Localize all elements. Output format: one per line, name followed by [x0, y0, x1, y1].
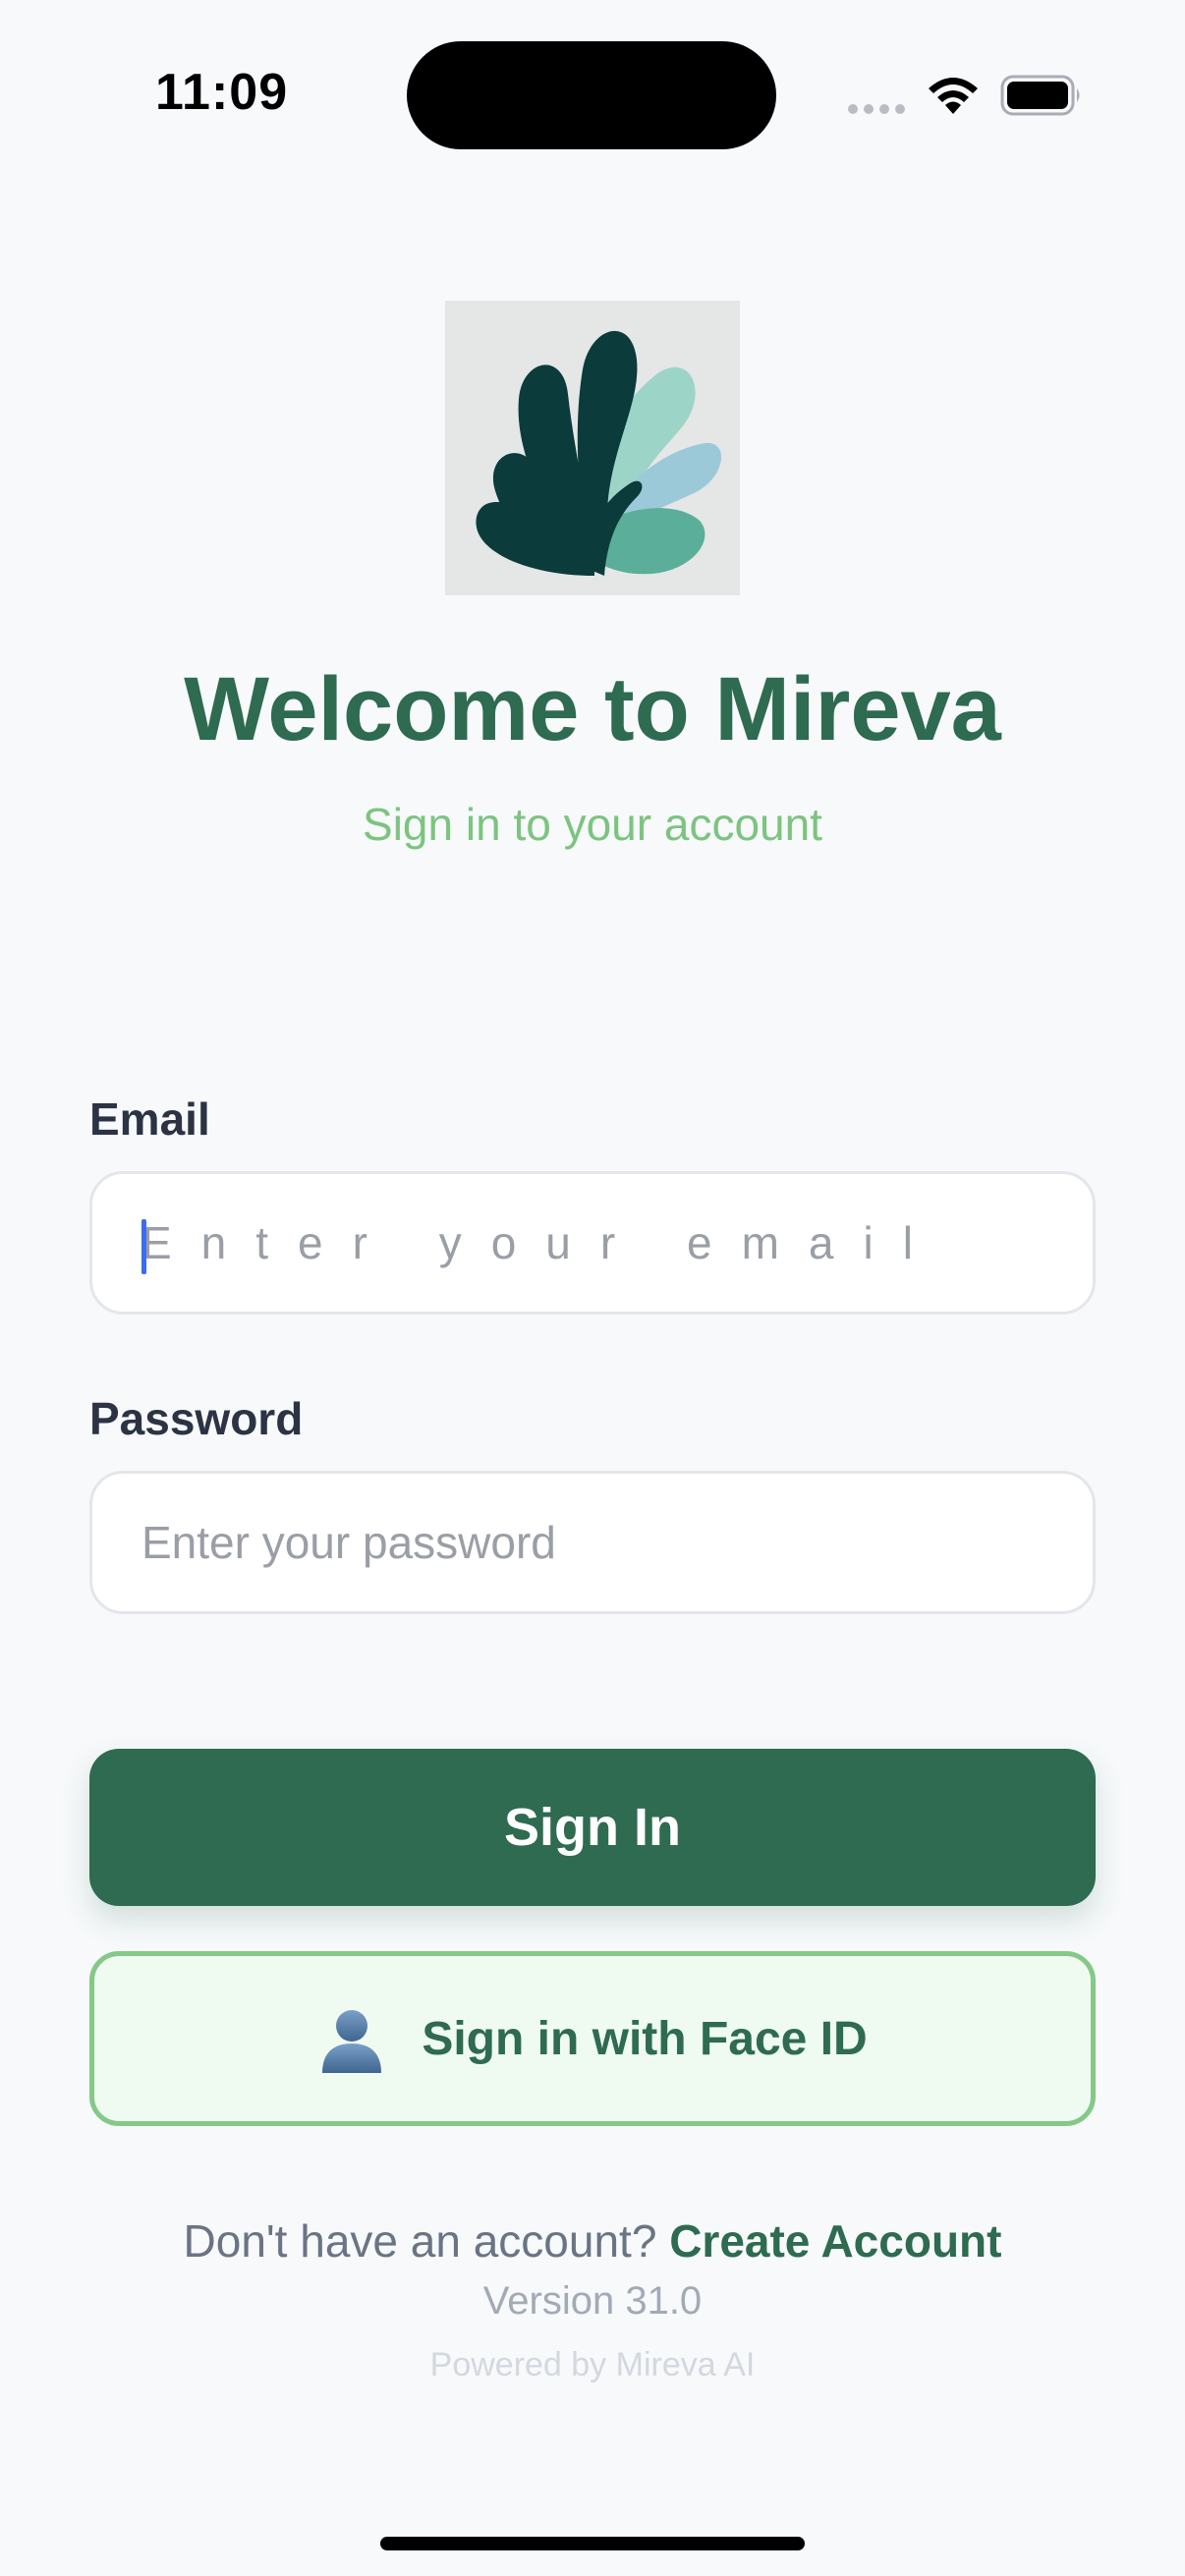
face-id-sign-in-button[interactable]: Sign in with Face ID: [89, 1951, 1096, 2126]
sign-in-button[interactable]: Sign In: [89, 1749, 1096, 1906]
dynamic-island: [407, 41, 776, 149]
password-field[interactable]: [141, 1474, 1065, 1611]
app-logo: [445, 301, 740, 595]
sign-in-button-label: Sign In: [504, 1798, 681, 1857]
text-cursor: [141, 1219, 146, 1274]
password-label: Password: [89, 1393, 304, 1444]
face-id-button-label: Sign in with Face ID: [422, 2012, 868, 2065]
status-bar: 11:09: [0, 0, 1185, 196]
battery-icon: [1000, 75, 1080, 116]
person-silhouette-icon: [322, 2010, 382, 2073]
wifi-icon: [929, 78, 978, 114]
email-field-container[interactable]: [89, 1171, 1096, 1315]
cellular-signal-icon: [848, 104, 905, 114]
home-indicator[interactable]: [380, 2537, 805, 2550]
page-subtitle: Sign in to your account: [363, 799, 822, 850]
create-account-link[interactable]: Create Account: [669, 2215, 1001, 2267]
powered-by-text: Powered by Mireva AI: [429, 2346, 756, 2383]
email-field[interactable]: [141, 1174, 1065, 1312]
signup-row: Don't have an account? Create Account: [0, 2214, 1185, 2268]
page-title: Welcome to Mireva: [184, 659, 1001, 759]
version-text: Version 31.0: [482, 2279, 703, 2323]
mireva-leaf-icon: [445, 301, 740, 595]
signup-prompt: Don't have an account?: [183, 2215, 670, 2267]
email-label: Email: [89, 1093, 210, 1145]
password-field-container[interactable]: [89, 1471, 1096, 1614]
status-time: 11:09: [155, 64, 289, 121]
